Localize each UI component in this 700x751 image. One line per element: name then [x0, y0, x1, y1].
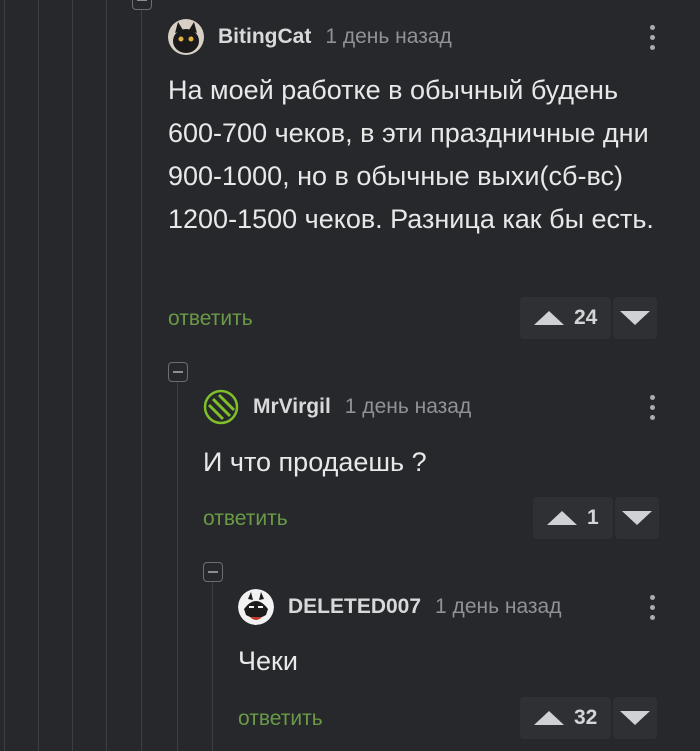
triangle-down-icon	[620, 711, 651, 725]
comment-header: BitingCat 1 день назад	[168, 18, 452, 56]
comment-header: DELETED007 1 день назад	[238, 588, 561, 626]
downvote-button[interactable]	[613, 297, 658, 339]
upvote-button[interactable]: 1	[533, 497, 613, 539]
downvote-button[interactable]	[614, 497, 659, 539]
thread-line	[38, 0, 39, 751]
thread-line	[212, 582, 213, 751]
avatar[interactable]	[168, 19, 204, 55]
comment-text: Чеки	[238, 646, 298, 676]
vote-score: 32	[574, 706, 598, 729]
avatar[interactable]	[203, 389, 239, 425]
more-options-icon[interactable]	[637, 388, 667, 426]
vote-score: 24	[574, 306, 598, 329]
triangle-up-icon	[547, 511, 577, 525]
comment-timestamp: 1 день назад	[435, 595, 562, 618]
avatar[interactable]	[238, 589, 274, 625]
collapse-thread-button[interactable]	[132, 0, 152, 10]
thread-line	[106, 0, 107, 751]
triangle-up-icon	[534, 311, 564, 325]
downvote-button[interactable]	[613, 697, 658, 739]
more-options-icon[interactable]	[637, 588, 667, 626]
reply-button[interactable]: ответить	[203, 507, 288, 531]
thread-line	[72, 0, 73, 751]
thread-line	[141, 0, 142, 751]
upvote-button[interactable]: 32	[520, 697, 612, 739]
triangle-down-icon	[620, 311, 651, 325]
comment-header: MrVirgil 1 день назад	[203, 388, 471, 426]
vote-controls: 24	[520, 297, 658, 339]
comment-timestamp: 1 день назад	[325, 25, 452, 48]
author-name[interactable]: MrVirgil	[253, 395, 331, 419]
upvote-button[interactable]: 24	[520, 297, 612, 339]
comment-timestamp: 1 день назад	[344, 395, 472, 418]
reply-button[interactable]: ответить	[168, 307, 253, 331]
collapse-thread-button[interactable]	[203, 562, 223, 582]
thread-line	[4, 0, 5, 751]
author-name[interactable]: DELETED007	[288, 595, 421, 619]
thread-line	[177, 382, 178, 751]
vote-controls: 1	[533, 497, 659, 539]
triangle-down-icon	[621, 511, 652, 525]
vote-controls: 32	[520, 697, 658, 739]
comment-text: На моей работке в обычный будень 600-700…	[168, 75, 654, 234]
triangle-up-icon	[534, 711, 564, 725]
more-options-icon[interactable]	[637, 18, 667, 56]
comment-text: И что продаешь ?	[203, 447, 427, 477]
reply-button[interactable]: ответить	[238, 707, 323, 731]
author-name[interactable]: BitingCat	[218, 25, 311, 49]
collapse-thread-button[interactable]	[168, 362, 188, 382]
vote-score: 1	[587, 506, 599, 529]
